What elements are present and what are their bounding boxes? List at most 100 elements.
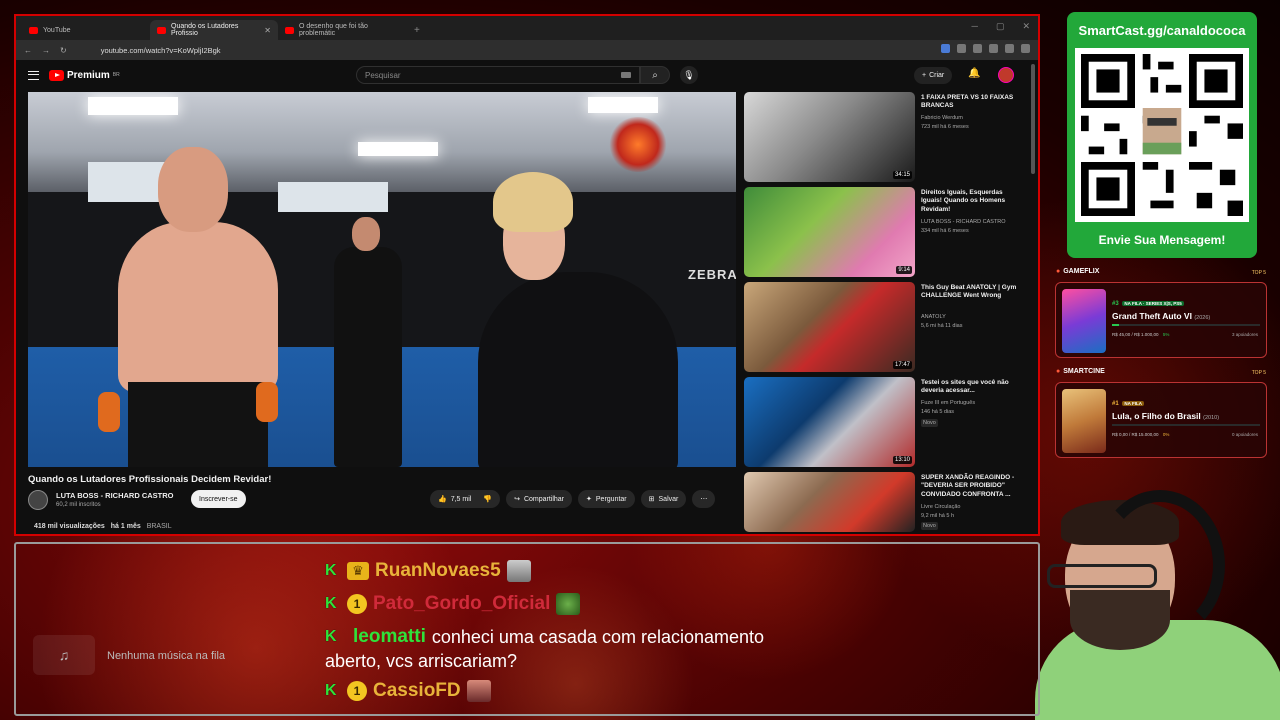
notifications-bell-icon[interactable]: 🔔	[968, 68, 980, 79]
address-bar: ← → ↻ youtube.com/watch?v=KoWpljI2Bgk	[16, 40, 1038, 60]
suggested-video-card[interactable]: 13:10 Testei os sites que você não dever…	[744, 377, 1024, 472]
chat-message: K ♛ RuanNovaes5	[325, 560, 531, 582]
gameflix-dot-icon: ●	[1056, 268, 1061, 275]
more-actions-button[interactable]: ⋯	[692, 490, 716, 508]
suggested-video-title[interactable]: Testei os sites que você não deveria ace…	[921, 379, 1024, 396]
chat-text-continued: aberto, vcs arriscariam?	[325, 651, 518, 671]
smartcine-top: TOP 5	[1251, 370, 1266, 376]
channel-avatar[interactable]	[28, 490, 48, 510]
maximize-icon[interactable]: ▢	[996, 21, 1005, 32]
tab-label: YouTube	[43, 26, 71, 34]
movie-price: R$ 0,00 / R$ 15.000,00 0%	[1112, 432, 1169, 437]
thumbs-up-icon: 👍	[438, 496, 447, 503]
chat-username: CassioFD	[373, 680, 461, 701]
extension-icons	[941, 44, 1030, 53]
search-icon: ⌕	[652, 69, 658, 81]
back-icon[interactable]: ←	[24, 46, 32, 55]
youtube-favicon-icon	[285, 26, 294, 34]
keyboard-icon[interactable]	[621, 72, 631, 78]
gameflix-top: TOP 5	[1251, 270, 1266, 276]
extension-icon[interactable]	[973, 44, 982, 53]
tab-current-video[interactable]: Quando os Lutadores Profissio ✕	[150, 20, 278, 40]
suggested-video-channel[interactable]: Fuze III em Português	[921, 400, 975, 406]
movie-price-text: R$ 0,00 / R$ 15.000,00	[1112, 432, 1159, 437]
minimize-icon[interactable]: ─	[972, 21, 978, 32]
subscribe-button[interactable]: Inscrever-se	[191, 490, 246, 508]
game-title-text: Grand Theft Auto VI	[1112, 311, 1192, 321]
extension-icon[interactable]	[957, 44, 966, 53]
gameflix-label: ● GAMEFLIX	[1056, 268, 1099, 275]
video-frame-logo	[608, 117, 668, 172]
create-button[interactable]: + Criar	[914, 67, 953, 84]
video-frame-light	[588, 97, 658, 113]
dislike-icon[interactable]: 👎	[483, 495, 492, 503]
video-title: Quando os Lutadores Profissionais Decide…	[28, 474, 272, 485]
smartcast-url: SmartCast.gg/canaldococa	[1078, 23, 1246, 38]
suggested-video-channel[interactable]: Livre Circulação	[921, 504, 960, 510]
upload-age: há 1 mês	[110, 523, 141, 530]
tab-bar: YouTube Quando os Lutadores Profissio ✕ …	[16, 16, 1038, 40]
referee-body	[334, 247, 402, 467]
game-queue-tag: NA FILA · SERIES X|S, PS5	[1122, 301, 1184, 306]
suggested-video-card[interactable]: SUPER XANDÃO REAGINDO - "DEVERIA SER PRO…	[744, 472, 1024, 534]
chat-message: K 1 Pato_Gordo_Oficial	[325, 593, 581, 615]
page-scrollbar[interactable]	[1031, 64, 1035, 174]
smartcine-dot-icon: ●	[1056, 368, 1061, 375]
suggested-video-channel[interactable]: LUTA BOSS - RICHARD CASTRO	[921, 219, 1006, 225]
extension-icon[interactable]	[989, 44, 998, 53]
video-thumbnail[interactable]: 13:10	[744, 377, 915, 467]
suggested-video-title[interactable]: 1 FAIXA PRETA VS 10 FAIXAS BRANCAS	[921, 94, 1024, 111]
video-actions: 👍 7,5 mil 👎 ↪ Compartilhar ✦ Perguntar ⊞…	[430, 490, 716, 508]
reload-icon[interactable]: ↻	[60, 46, 67, 55]
smartcine-title: SMARTCINE	[1063, 368, 1105, 375]
close-tab-icon[interactable]: ✕	[264, 26, 271, 35]
suggested-video-card[interactable]: 34:15 1 FAIXA PRETA VS 10 FAIXAS BRANCAS…	[744, 92, 1024, 187]
tab-youtube[interactable]: YouTube	[22, 20, 150, 40]
video-thumbnail[interactable]: 34:15	[744, 92, 915, 182]
mic-button[interactable]: 🎙	[680, 66, 698, 84]
video-thumbnail[interactable]	[744, 472, 915, 532]
channel-name[interactable]: LUTA BOSS - RICHARD CASTRO	[56, 491, 174, 500]
suggested-video-card[interactable]: 9:14 Direitos Iguais, Esquerdas Iguais! …	[744, 187, 1024, 282]
video-player[interactable]: ZEBRA	[28, 92, 736, 467]
movie-supporters: 0 apoiadores	[1231, 432, 1258, 437]
save-button[interactable]: ⊞ Salvar	[640, 490, 687, 508]
game-progress-fill	[1112, 324, 1120, 326]
video-frame-fighter-left-shorts	[128, 382, 268, 467]
search-button[interactable]: ⌕	[640, 66, 670, 84]
suggested-video-title[interactable]: Direitos Iguais, Esquerdas Iguais! Quand…	[921, 189, 1024, 214]
video-duration: 13:10	[892, 456, 912, 464]
new-tab-icon[interactable]: +	[406, 20, 428, 40]
account-avatar[interactable]	[998, 67, 1014, 83]
suggested-video-card[interactable]: 17:47 This Guy Beat ANATOLY | Gym CHALLE…	[744, 282, 1024, 377]
extension-icon[interactable]	[941, 44, 950, 53]
game-rank: #3 NA FILA · SERIES X|S, PS5	[1112, 301, 1184, 307]
video-thumbnail[interactable]: 9:14	[744, 187, 915, 277]
menu-icon[interactable]	[1021, 44, 1030, 53]
url-field[interactable]: youtube.com/watch?v=KoWpljI2Bgk	[101, 46, 221, 55]
suggested-video-meta: 334 mil há 6 meses	[921, 228, 969, 234]
share-button[interactable]: ↪ Compartilhar	[506, 490, 573, 508]
like-button[interactable]: 👍 7,5 mil 👎	[430, 490, 501, 508]
share-label: Compartilhar	[523, 495, 565, 503]
search-placeholder: Pesquisar	[365, 70, 401, 80]
close-window-icon[interactable]: ✕	[1022, 21, 1030, 32]
more-dots-icon: ⋯	[700, 496, 708, 503]
suggested-video-channel[interactable]: Fabricio Werdum	[921, 115, 963, 121]
tab-other-video[interactable]: O desenho que foi tão problemátic	[278, 20, 406, 40]
hamburger-menu-icon[interactable]	[28, 70, 39, 80]
crown-badge-icon: ♛	[347, 562, 369, 580]
video-thumbnail[interactable]: 17:47	[744, 282, 915, 372]
extension-icon[interactable]	[1005, 44, 1014, 53]
forward-icon[interactable]: →	[42, 46, 50, 55]
search-input[interactable]: Pesquisar	[356, 66, 640, 84]
new-badge: Novo	[921, 419, 938, 427]
referee-head	[352, 217, 380, 251]
ask-button[interactable]: ✦ Perguntar	[578, 490, 635, 508]
suggested-video-channel[interactable]: ANATOLY	[921, 314, 946, 320]
save-label: Salvar	[658, 495, 679, 503]
share-icon: ↪	[514, 496, 520, 503]
suggested-video-title[interactable]: This Guy Beat ANATOLY | Gym CHALLENGE We…	[921, 284, 1024, 301]
movie-cover	[1062, 389, 1106, 453]
youtube-logo[interactable]: Premium BR	[49, 69, 120, 81]
